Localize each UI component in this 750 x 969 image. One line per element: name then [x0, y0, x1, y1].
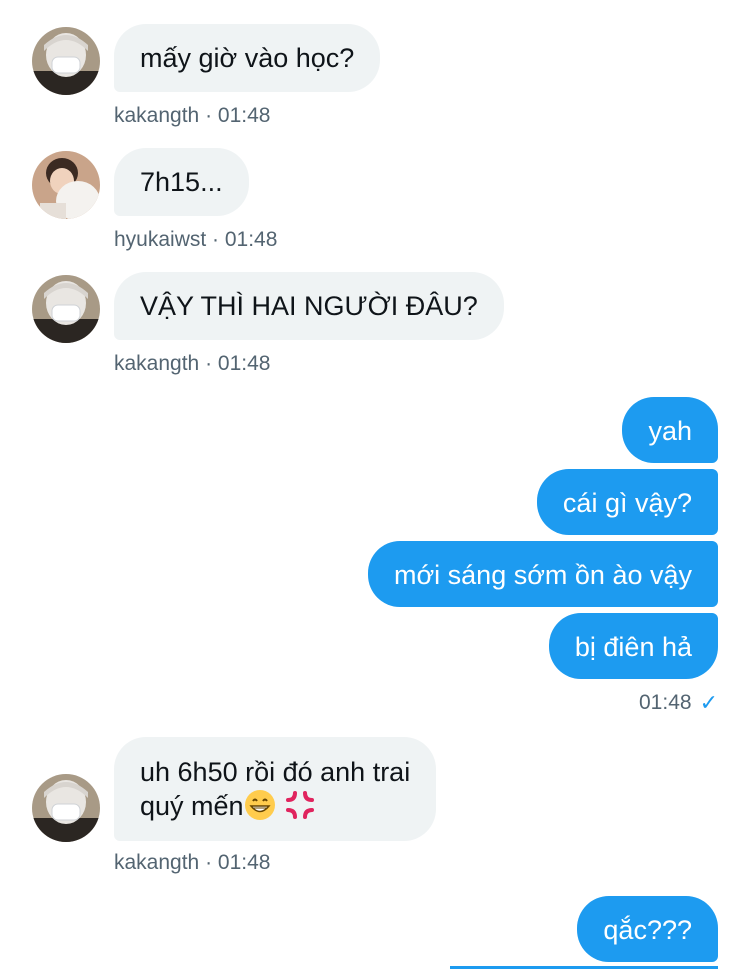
- message-bubble-outgoing[interactable]: mới sáng sớm ồn ào vậy: [367, 541, 718, 607]
- message-bubble-outgoing[interactable]: yah: [622, 397, 718, 463]
- message-meta: kakangth · 01:48: [114, 104, 271, 127]
- anger-symbol-emoji: [284, 789, 316, 821]
- checkmark-icon: ✓: [699, 690, 718, 715]
- message-line: quý mến: [140, 791, 244, 821]
- message-bubble-outgoing[interactable]: bị điên hả: [548, 613, 718, 679]
- message-bubble[interactable]: uh 6h50 rồi đó anh trai quý mến: [114, 737, 437, 841]
- grinning-face-emoji: [244, 789, 276, 821]
- message-line-2: quý mến: [140, 789, 410, 823]
- message-bubble-outgoing[interactable]: cái gì vậy?: [536, 469, 718, 535]
- message-bubble[interactable]: 7h15...: [114, 148, 249, 216]
- avatar-kakangth[interactable]: [32, 27, 100, 95]
- message-bubble[interactable]: mấy giờ vào học?: [114, 24, 381, 92]
- message-meta-outgoing: 01:48 ✓: [639, 690, 718, 716]
- message-meta: kakangth · 01:48: [114, 352, 271, 375]
- message-time: 01:48: [639, 691, 692, 714]
- avatar-hyukaiwst[interactable]: [32, 151, 100, 219]
- message-bubble[interactable]: VẬY THÌ HAI NGƯỜI ĐÂU?: [114, 272, 504, 340]
- message-bubble-outgoing[interactable]: qắc???: [577, 896, 718, 962]
- message-meta: kakangth · 01:48: [114, 851, 271, 874]
- message-meta: hyukaiwst · 01:48: [114, 228, 278, 251]
- avatar-kakangth[interactable]: [32, 275, 100, 343]
- message-line: uh 6h50 rồi đó anh trai: [140, 757, 411, 787]
- avatar-kakangth[interactable]: [32, 774, 100, 842]
